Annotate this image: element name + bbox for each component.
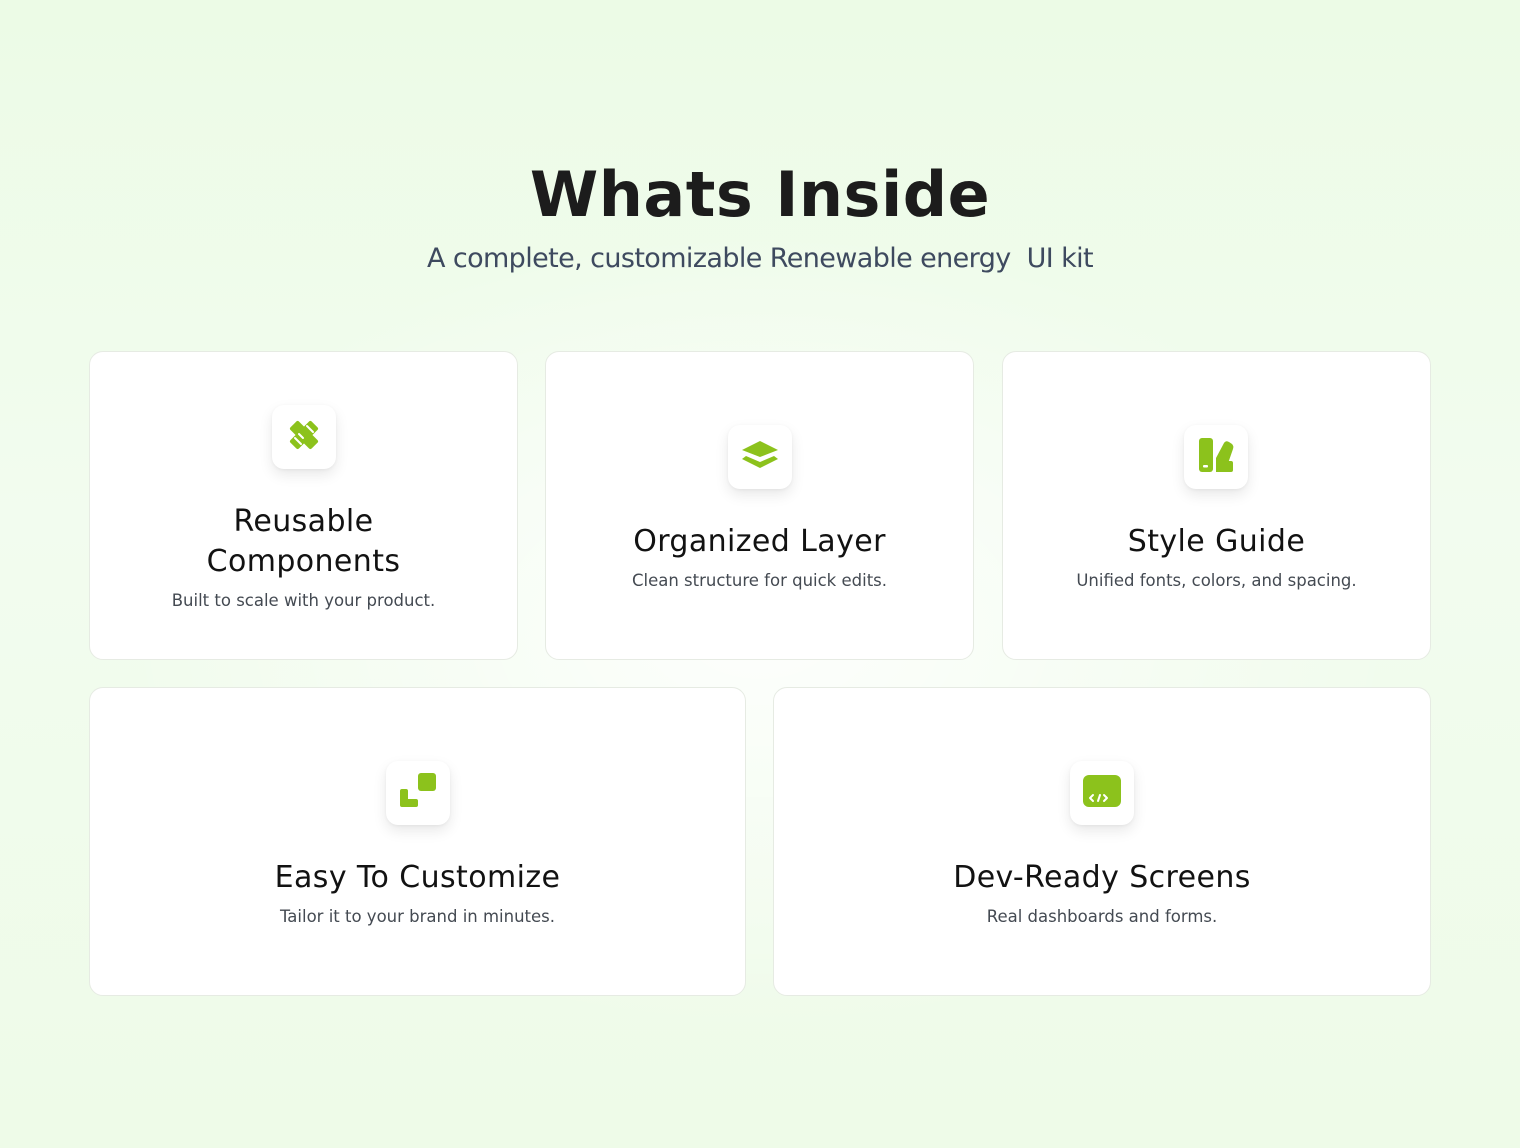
card-title: Dev-Ready Screens	[953, 860, 1251, 895]
feature-card-easy-to-customize: Easy To Customize Tailor it to your bran…	[89, 687, 746, 996]
icon-tile	[728, 425, 792, 489]
card-title: Easy To Customize	[274, 860, 561, 895]
feature-card-dev-ready-screens: Dev-Ready Screens Real dashboards and fo…	[773, 687, 1431, 996]
card-description: Clean structure for quick edits.	[631, 571, 888, 590]
code-screen-icon	[1082, 773, 1122, 814]
page-subtitle: A complete, customizable Renewable energ…	[426, 243, 1094, 274]
card-description: Tailor it to your brand in minutes.	[279, 907, 556, 926]
icon-tile	[1184, 425, 1248, 489]
layers-icon	[740, 437, 780, 478]
card-description: Built to scale with your product.	[171, 591, 436, 610]
card-description: Real dashboards and forms.	[986, 907, 1218, 926]
feature-card-style-guide: Style Guide Unified fonts, colors, and s…	[1002, 351, 1431, 660]
card-title: Organized Layer	[633, 524, 886, 559]
icon-tile	[386, 761, 450, 825]
card-description: Unified fonts, colors, and spacing.	[1076, 571, 1357, 590]
icon-tile	[272, 405, 336, 469]
resize-icon	[398, 771, 438, 816]
icon-tile	[1070, 761, 1134, 825]
pencil-ruler-icon	[285, 416, 323, 459]
card-title: Style Guide	[1127, 524, 1306, 559]
feature-card-organized-layer: Organized Layer Clean structure for quic…	[545, 351, 974, 660]
card-title: Reusable Components	[206, 504, 401, 579]
color-swatch-icon	[1197, 436, 1235, 479]
feature-card-reusable-components: Reusable Components Built to scale with …	[89, 351, 518, 660]
page-title: Whats Inside	[529, 158, 991, 231]
